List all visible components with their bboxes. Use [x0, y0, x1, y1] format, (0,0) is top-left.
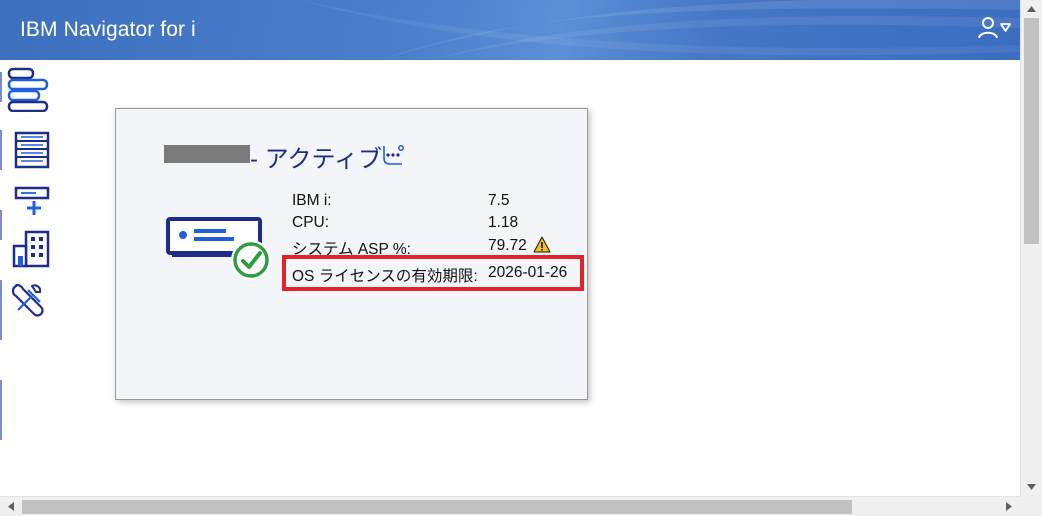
nav-item-summary[interactable]: [6, 66, 56, 113]
warning-icon: [533, 236, 551, 253]
horizontal-scrollbar[interactable]: [0, 496, 1020, 516]
app-header: IBM Navigator for i: [0, 0, 1020, 60]
server-status-illustration: [166, 217, 271, 280]
system-card: - アクティブ IBM i: 7.5 CPU: 1.18 システム ASP %:…: [115, 108, 588, 400]
left-edge-marks: [0, 72, 2, 440]
scroll-up-button[interactable]: [1021, 0, 1042, 17]
summary-icon: [7, 67, 49, 113]
nav-item-tools[interactable]: [6, 280, 56, 324]
vertical-scrollbar[interactable]: [1020, 0, 1042, 496]
actions-menu-button[interactable]: [381, 143, 405, 167]
actions-icon: [383, 145, 404, 165]
scroll-right-button[interactable]: [1000, 497, 1018, 516]
horizontal-scroll-thumb[interactable]: [22, 500, 852, 514]
cpu-label: CPU:: [292, 214, 330, 231]
scroll-down-button[interactable]: [1021, 478, 1042, 495]
system-status: - アクティブ: [250, 146, 383, 173]
add-system-icon: [14, 186, 50, 215]
tools-icon: [11, 283, 44, 317]
ibmi-label: IBM i:: [292, 192, 332, 209]
scroll-up-icon: [1027, 5, 1036, 12]
app-title: IBM Navigator for i: [20, 18, 196, 41]
scroll-down-icon: [1027, 483, 1036, 490]
vertical-scroll-thumb[interactable]: [1024, 18, 1039, 244]
server-list-icon: [14, 131, 50, 169]
system-asp-value: 79.72: [488, 237, 527, 254]
nav-item-servers[interactable]: [6, 130, 56, 174]
user-menu-button[interactable]: [976, 15, 1014, 43]
scrollbar-corner: [1020, 496, 1042, 516]
scroll-left-button[interactable]: [2, 497, 20, 516]
scroll-left-icon: [8, 502, 14, 511]
nav-item-add-system[interactable]: [6, 184, 56, 228]
ibmi-value: 7.5: [488, 192, 510, 209]
nav-item-building[interactable]: [6, 228, 56, 272]
building-icon: [12, 230, 50, 268]
license-highlight-box: [282, 255, 584, 291]
user-menu-icon: [978, 17, 1011, 39]
cpu-value: 1.18: [488, 214, 519, 231]
scroll-right-icon: [1006, 502, 1012, 511]
redacted-system-name: [164, 145, 250, 163]
